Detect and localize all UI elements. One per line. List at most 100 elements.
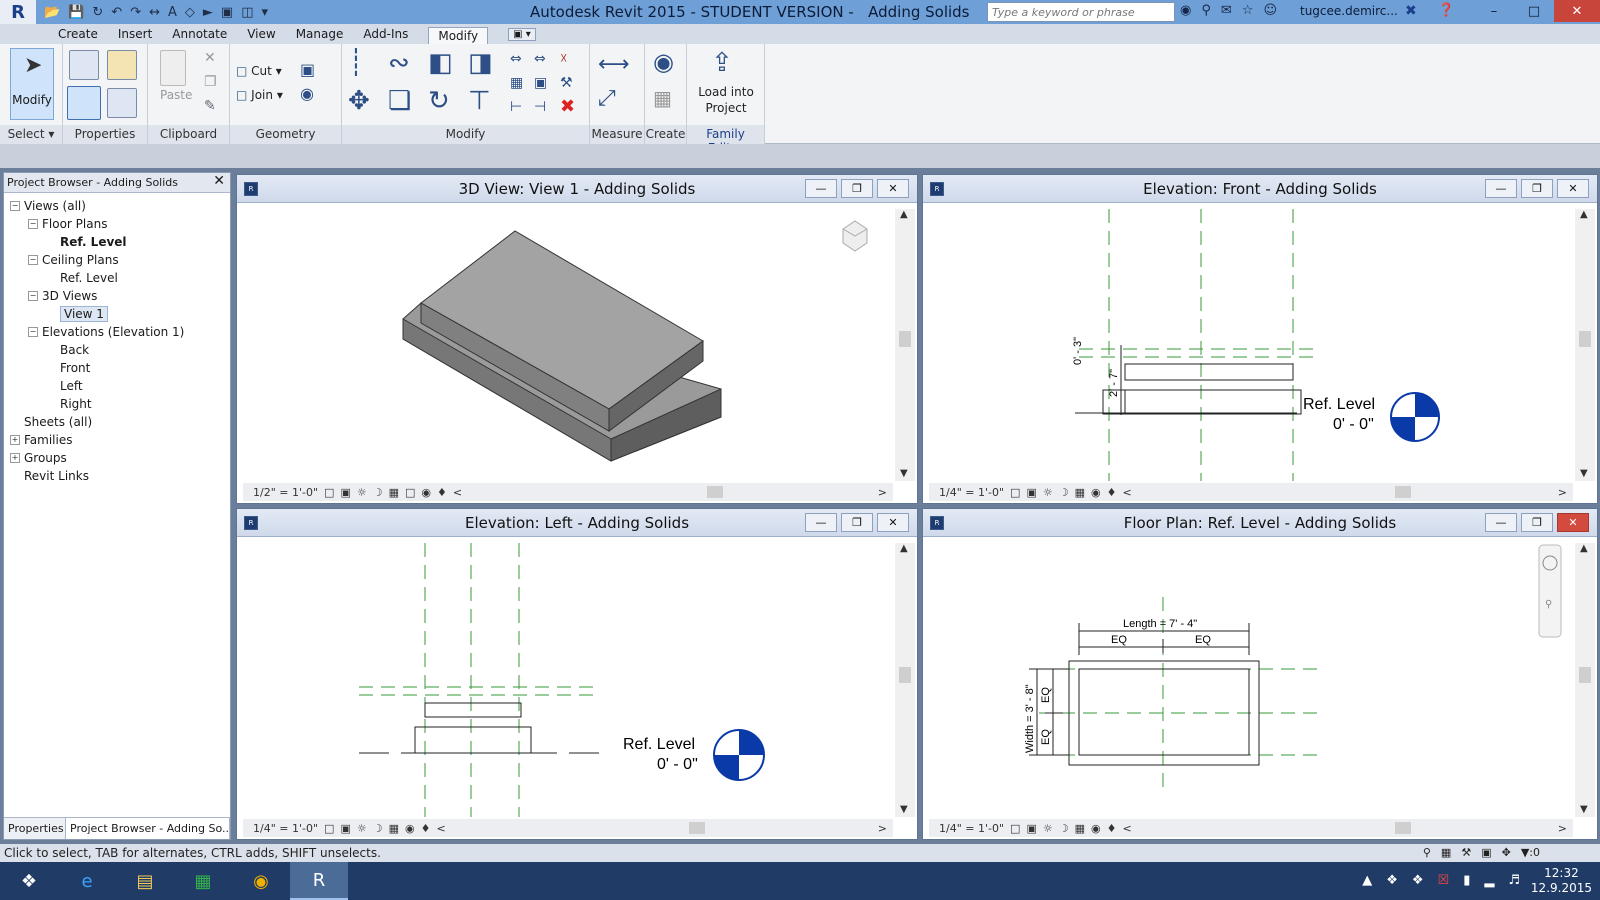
dropbox-icon[interactable]: ❖ — [1412, 873, 1424, 888]
measure-distance-icon[interactable]: ⟷ — [598, 54, 630, 76]
subscription-icon[interactable]: ⚲ — [1201, 3, 1211, 18]
detail-level-icon[interactable]: □ — [1010, 822, 1020, 835]
split-gap-icon[interactable]: ⇔ — [534, 52, 546, 66]
view-plan-vscroll[interactable]: ▲ ▼ — [1575, 543, 1595, 817]
clock[interactable]: 12:32 12.9.2015 — [1531, 866, 1592, 896]
view-close-button[interactable]: ✕ — [1557, 513, 1589, 532]
drag-elements-icon[interactable]: ✥ — [1502, 846, 1511, 859]
tree-item[interactable]: Ref. Level — [4, 269, 230, 287]
load-into-project-icon[interactable]: ⇪ — [711, 50, 733, 76]
help-icon[interactable]: ❓ — [1438, 3, 1454, 18]
file-explorer-icon[interactable]: ▤ — [116, 862, 174, 900]
family-category-icon[interactable] — [107, 50, 137, 80]
copy-icon[interactable]: ❐ — [204, 74, 217, 90]
internet-explorer-icon[interactable]: e — [58, 862, 116, 900]
detail-level-icon[interactable]: □ — [324, 822, 334, 835]
view-3d-canvas[interactable] — [243, 209, 893, 481]
shadows-icon[interactable]: ☽ — [373, 822, 383, 835]
collapse-icon[interactable]: − — [28, 219, 38, 229]
view-3d-vscroll[interactable]: ▲ ▼ — [895, 209, 915, 481]
maximize-button[interactable]: □ — [1514, 0, 1554, 22]
create-group-icon[interactable]: ◉ — [653, 50, 674, 74]
cut-clip-icon[interactable]: ✕ — [204, 50, 216, 66]
sun-path-icon[interactable]: ☼ — [357, 822, 367, 835]
view-front-canvas[interactable]: 0' - 3" 2' - 7" Ref. Level 0' - 0" — [929, 209, 1573, 481]
view-restore-button[interactable]: ❐ — [841, 513, 873, 532]
temporary-hide-icon[interactable]: ◉ — [421, 486, 431, 499]
undo-icon[interactable]: ↶ — [111, 5, 122, 20]
hscroll-right-icon[interactable]: > — [1558, 822, 1567, 835]
trim-multiple-icon[interactable]: ⊣ — [534, 100, 546, 114]
tab-project-browser[interactable]: Project Browser - Adding So... — [66, 818, 230, 839]
view-close-button[interactable]: ✕ — [877, 513, 909, 532]
user-account[interactable]: tugcee.demirc... — [1300, 4, 1398, 18]
trim-extend-icon[interactable]: ⊤ — [468, 88, 491, 114]
detail-level-icon[interactable]: □ — [1010, 486, 1020, 499]
paint-icon[interactable]: ◉ — [300, 86, 314, 102]
array-icon[interactable]: ▦ — [510, 76, 523, 90]
trim-single-icon[interactable]: ⊢ — [510, 100, 522, 114]
view-plan-hscroll-thumb[interactable] — [1395, 822, 1411, 834]
battery-icon[interactable]: ▮ — [1463, 873, 1470, 888]
hscroll-right-icon[interactable]: > — [878, 822, 887, 835]
view-scale[interactable]: 1/4" = 1'-0" — [939, 822, 1004, 835]
temporary-hide-icon[interactable]: ◉ — [1091, 822, 1101, 835]
tree-item[interactable]: Ref. Level — [4, 233, 230, 251]
view-front-hscroll-thumb[interactable] — [1395, 486, 1411, 498]
tree-item[interactable]: − Views (all) — [4, 197, 230, 215]
communication-icon[interactable]: ✉ — [1221, 3, 1232, 18]
reveal-hidden-icon[interactable]: ♦ — [437, 486, 447, 499]
navigation-bar[interactable]: ⚲ — [1538, 544, 1562, 638]
level-marker-icon[interactable] — [1390, 392, 1440, 442]
ribbon-minimize-icon[interactable]: ▣ ▾ — [508, 27, 536, 41]
collapse-icon[interactable]: − — [28, 291, 38, 301]
measure-icon[interactable]: ↔ — [149, 5, 160, 20]
3d-view-icon[interactable]: ◇ — [185, 5, 195, 20]
tree-item[interactable]: + Groups — [4, 449, 230, 467]
view-left-hscroll-thumb[interactable] — [689, 822, 705, 834]
switch-windows-icon[interactable]: ◫ — [241, 5, 253, 20]
view-plan-canvas[interactable]: Length = 7' - 4" EQ EQ Width = 3' - 8" E… — [929, 543, 1573, 817]
visual-style-icon[interactable]: ▣ — [1026, 486, 1036, 499]
crop-icon[interactable]: ▦ — [389, 486, 399, 499]
move-icon[interactable]: ✥ — [348, 88, 370, 114]
reveal-hidden-icon[interactable]: ♦ — [1107, 822, 1117, 835]
tree-item[interactable]: −3D Views — [4, 287, 230, 305]
show-hidden-icon[interactable]: ▲ — [1362, 873, 1372, 888]
modify-tool-button[interactable]: ➤ Modify — [10, 48, 54, 120]
temporary-hide-icon[interactable]: ◉ — [1091, 486, 1101, 499]
qat-dropdown-icon[interactable]: ▾ — [262, 5, 269, 20]
unpin-icon[interactable]: ☓ — [560, 52, 567, 66]
revit-taskbar-icon[interactable]: R — [290, 862, 348, 900]
volume-icon[interactable]: ♬ — [1508, 873, 1520, 888]
select-pinned-icon[interactable]: ⚒ — [1461, 846, 1471, 859]
view-scale[interactable]: 1/2" = 1'-0" — [253, 486, 318, 499]
text-icon[interactable]: A — [168, 5, 177, 20]
tree-item[interactable]: View 1 — [4, 305, 230, 323]
view-close-button[interactable]: ✕ — [877, 179, 909, 198]
properties-icon[interactable] — [67, 86, 101, 120]
shadows-icon[interactable]: ☽ — [1059, 486, 1069, 499]
sun-path-icon[interactable]: ☼ — [1043, 822, 1053, 835]
view-front-vscroll[interactable]: ▲ ▼ — [1575, 209, 1595, 481]
tree-item[interactable]: Left — [4, 377, 230, 395]
view-left-canvas[interactable]: Ref. Level 0' - 0" — [243, 543, 893, 817]
chrome-icon[interactable]: ◉ — [232, 862, 290, 900]
expand-icon[interactable]: + — [10, 453, 20, 463]
minimize-button[interactable]: – — [1474, 0, 1514, 22]
visual-style-icon[interactable]: ▣ — [340, 822, 350, 835]
rotate-icon[interactable]: ↻ — [428, 88, 450, 114]
exchange-icon[interactable]: ✖ — [1405, 3, 1417, 19]
windows-flag-icon[interactable]: ❖ — [1386, 873, 1398, 888]
sun-path-icon[interactable]: ☼ — [357, 486, 367, 499]
tree-item[interactable]: Back — [4, 341, 230, 359]
view-minimize-button[interactable]: — — [1485, 179, 1517, 198]
search-input[interactable]: Type a keyword or phrase — [987, 2, 1175, 22]
view-restore-button[interactable]: ❐ — [841, 179, 873, 198]
reveal-hidden-icon[interactable]: ♦ — [1107, 486, 1117, 499]
mirror-pick-axis-icon[interactable]: ◧ — [428, 50, 453, 76]
sun-path-icon[interactable]: ☼ — [1043, 486, 1053, 499]
load-into-project-button[interactable]: Load into Project — [691, 84, 761, 116]
hscroll-right-icon[interactable]: > — [878, 486, 887, 499]
tab-insert[interactable]: Insert — [118, 27, 152, 41]
